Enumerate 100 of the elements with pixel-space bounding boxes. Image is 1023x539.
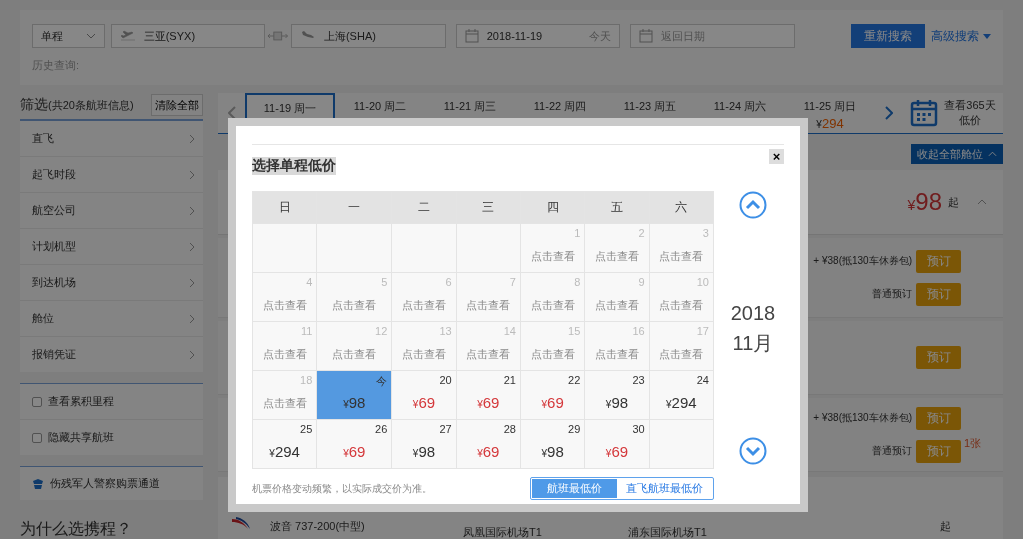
day-number: 5 — [381, 276, 388, 288]
day-price: ¥98 — [412, 443, 436, 460]
chevron-right-icon — [189, 205, 195, 216]
month-label: 11月 — [732, 331, 774, 356]
arrival-city-field[interactable]: 上海(SHA) — [290, 24, 446, 48]
seats-left: 1张 — [963, 436, 981, 451]
calendar-day[interactable]: 17 点击查看 — [649, 322, 713, 370]
day-number: 20 — [439, 374, 452, 386]
day-number: 3 — [702, 227, 709, 239]
chevron-right-icon — [884, 106, 893, 120]
trip-type-select[interactable]: 单程 — [32, 24, 105, 48]
chevron-up-icon — [988, 151, 997, 157]
chevron-right-icon — [189, 241, 195, 252]
filter-item[interactable]: 舱位 — [20, 301, 203, 337]
scroll-down-icon[interactable] — [739, 437, 767, 465]
filter-item[interactable]: 计划机型 — [20, 229, 203, 265]
calendar-day[interactable]: 27 ¥98 — [392, 420, 456, 468]
year-label: 2018 — [730, 301, 776, 326]
view-prompt: 点击查看 — [262, 396, 307, 411]
calendar-day[interactable]: 7 点击查看 — [456, 273, 520, 321]
chevron-left-icon — [227, 106, 236, 120]
calendar-day[interactable]: 9 点击查看 — [585, 273, 649, 321]
advanced-search-link[interactable]: 高级搜索 — [931, 27, 991, 45]
calendar-day[interactable]: 3 点击查看 — [649, 224, 713, 272]
aircraft-type: 波音 737-200(中型) — [270, 519, 365, 534]
clear-all-button[interactable]: 清除全部 — [151, 94, 203, 116]
day-price: ¥69 — [343, 443, 366, 460]
calendar-day[interactable]: 11 点击查看 — [253, 322, 317, 370]
calendar-day[interactable]: 22 ¥69 — [521, 371, 585, 419]
calendar-day[interactable]: 28 ¥69 — [456, 420, 520, 468]
filter-item[interactable]: 报销凭证 — [20, 337, 203, 372]
search-button[interactable]: 重新搜索 — [850, 24, 925, 48]
calendar-day[interactable]: 8 点击查看 — [521, 273, 585, 321]
calendar-day[interactable]: 16 点击查看 — [585, 322, 649, 370]
calendar-day[interactable]: 15 点击查看 — [521, 322, 585, 370]
scroll-up-icon[interactable] — [739, 191, 767, 219]
checkbox[interactable] — [32, 396, 42, 407]
day-number: 1 — [574, 227, 581, 239]
option-label: 查看累积里程 — [48, 394, 114, 409]
calendar-day[interactable]: 4 点击查看 — [253, 273, 317, 321]
calendar-day[interactable]: 13 点击查看 — [392, 322, 456, 370]
day-number: 14 — [503, 325, 516, 337]
calendar-day[interactable]: 26 ¥69 — [317, 420, 392, 468]
calendar-day[interactable]: 29 ¥98 — [521, 420, 585, 468]
filter-item[interactable]: 直飞 — [20, 121, 203, 157]
filter-item[interactable]: 到达机场 — [20, 265, 203, 301]
day-price: ¥98 — [541, 443, 564, 460]
day-number: 6 — [445, 276, 452, 288]
calendar-day[interactable]: 25 ¥294 — [253, 420, 317, 468]
dialog-title: 选择单程低价 — [252, 157, 336, 175]
view-prompt: 点击查看 — [530, 249, 575, 264]
day-number: 17 — [696, 325, 709, 337]
day-price: ¥69 — [412, 394, 436, 411]
calendar-day[interactable]: 23 ¥98 — [585, 371, 649, 419]
police-cap-icon — [32, 477, 44, 490]
day-number: 7 — [509, 276, 516, 288]
caret-icon — [85, 33, 96, 39]
calendar-day[interactable]: 6 点击查看 — [392, 273, 456, 321]
view-prompt: 点击查看 — [595, 249, 639, 264]
collapse-all-button[interactable]: 收起全部舱位 — [911, 144, 1003, 164]
calendar-day[interactable]: 20 ¥69 — [392, 371, 456, 419]
chevron-up-icon[interactable] — [977, 199, 987, 205]
filter-item[interactable]: 起飞时段 — [20, 157, 203, 193]
day-number: 9 — [638, 276, 645, 288]
fare-note: + ¥38(抵130车休券包) — [813, 411, 912, 425]
calendar-day[interactable]: 2 点击查看 — [585, 224, 649, 272]
view-prompt: 点击查看 — [595, 347, 639, 362]
filter-item[interactable]: 航空公司 — [20, 193, 203, 229]
calendar-day[interactable]: 1 点击查看 — [521, 224, 585, 272]
calendar-day[interactable]: 今 ¥98 — [317, 371, 392, 419]
fare-note: + ¥38(抵130车休券包) — [813, 254, 912, 268]
fare-note: 普通预订 — [872, 444, 912, 458]
view-prompt: 点击查看 — [530, 298, 575, 313]
day-number: 12 — [375, 325, 388, 337]
caret-icon — [983, 33, 991, 39]
calendar-day[interactable]: 18 点击查看 — [253, 371, 317, 419]
checkbox[interactable] — [32, 432, 42, 443]
section-heading: 为什么选携程？ — [20, 519, 133, 539]
chevron-right-icon — [189, 277, 195, 288]
swap-icon[interactable] — [267, 30, 289, 42]
calendar-day[interactable]: 14 点击查看 — [456, 322, 520, 370]
chevron-right-icon — [189, 133, 195, 144]
option-label: 隐藏共享航班 — [48, 430, 114, 445]
departure-city-field[interactable]: 三亚(SYX) — [110, 24, 266, 48]
calendar-day[interactable]: 21 ¥69 — [456, 371, 520, 419]
calendar-price-link[interactable]: 查看365天低价 — [944, 98, 996, 128]
day-price: ¥294 — [666, 394, 697, 411]
calendar-day[interactable]: 12 点击查看 — [317, 322, 392, 370]
view-prompt: 点击查看 — [659, 298, 704, 313]
airport-name: 浦东国际机场T1 — [628, 525, 707, 539]
close-button[interactable]: × — [769, 149, 784, 164]
price-mode-option[interactable]: 航班最低价 — [532, 479, 617, 498]
calendar-day[interactable]: 30 ¥69 — [585, 420, 649, 468]
day-price: ¥69 — [477, 394, 500, 411]
calendar-day[interactable]: 5 点击查看 — [317, 273, 392, 321]
day-number: 26 — [375, 423, 388, 435]
calendar-day[interactable]: 24 ¥294 — [649, 371, 713, 419]
date-tab[interactable]: 11-25 周日 ¥294 — [785, 93, 875, 133]
view-prompt: 点击查看 — [595, 298, 639, 313]
chevron-right-icon — [189, 313, 195, 324]
